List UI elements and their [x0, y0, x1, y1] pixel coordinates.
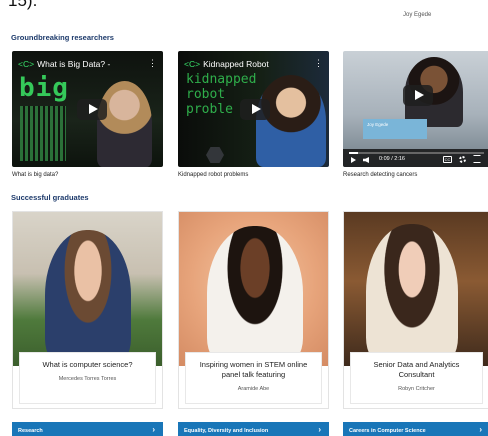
card-name: Mercedes Torres Torres — [58, 376, 117, 382]
research-link-button[interactable]: Research › — [12, 422, 163, 436]
graduate-card[interactable]: What is computer science? Mercedes Torre… — [12, 211, 163, 409]
graduate-photo — [179, 212, 328, 366]
graduate-photo — [344, 212, 488, 366]
card-title: Senior Data and Analytics Consultant — [373, 360, 460, 379]
portrait — [45, 230, 131, 366]
graduate-card[interactable]: Inspiring women in STEM online panel tal… — [178, 211, 329, 409]
chevron-right-icon: › — [152, 425, 155, 434]
play-icon[interactable] — [351, 157, 356, 163]
card-title: Inspiring women in STEM online panel tal… — [199, 360, 308, 379]
card-caption: What is computer science? Mercedes Torre… — [19, 352, 156, 404]
card-caption: Senior Data and Analytics Consultant Rob… — [350, 352, 483, 404]
time-display: 0:09 / 2:16 — [379, 156, 405, 162]
more-options-icon[interactable]: ⋮ — [314, 58, 323, 69]
edi-link-button[interactable]: Equality, Diversity and Inclusion › — [178, 422, 329, 436]
top-caption: Joy Egede — [403, 12, 432, 18]
video-caption[interactable]: Research detecting cancers — [343, 172, 417, 178]
cut-off-text: 15). — [8, 0, 38, 10]
video-graphic — [20, 106, 66, 161]
section-title-researchers: Groundbreaking researchers — [11, 33, 114, 42]
card-name: Robyn Critcher — [398, 386, 435, 392]
video-title: <C> What is Big Data? - — [18, 59, 111, 69]
cta-label: Equality, Diversity and Inclusion — [184, 428, 269, 434]
progress-fill — [349, 152, 359, 154]
settings-gear-icon[interactable] — [459, 156, 466, 163]
fullscreen-icon[interactable] — [473, 155, 481, 163]
code-tag-icon: <C> — [184, 59, 201, 69]
video-player-detecting-cancers[interactable]: Joy Egede 0:09 / 2:16 CC — [343, 51, 488, 167]
graduate-card[interactable]: Senior Data and Analytics Consultant Rob… — [343, 211, 488, 409]
portrait — [207, 226, 303, 366]
chevron-right-icon: › — [479, 425, 482, 434]
video-player-big-data[interactable]: big <C> What is Big Data? - ⋮ — [12, 51, 163, 167]
volume-icon[interactable] — [363, 157, 369, 163]
chevron-right-icon: › — [318, 425, 321, 434]
card-name: Aramide Abe — [237, 386, 270, 392]
portrait — [366, 224, 458, 366]
player-controls: 0:09 / 2:16 CC — [343, 149, 488, 167]
video-overlay-text: big — [19, 73, 69, 103]
video-title: <C> Kidnapped Robot — [184, 59, 269, 69]
card-title: What is computer science? — [42, 360, 133, 369]
more-options-icon[interactable]: ⋮ — [148, 58, 157, 69]
video-player-kidnapped-robot[interactable]: kidnapped robot proble <C> Kidnapped Robo… — [178, 51, 329, 167]
video-caption[interactable]: Kidnapped robot problems — [178, 172, 248, 178]
progress-bar[interactable] — [349, 152, 484, 154]
graduate-photo — [13, 212, 162, 366]
video-caption[interactable]: What is big data? — [12, 172, 58, 178]
careers-link-button[interactable]: Careers in Computer Science › — [343, 422, 488, 436]
cta-label: Careers in Computer Science — [349, 428, 426, 434]
name-badge: Joy Egede — [363, 119, 427, 139]
section-title-graduates: Successful graduates — [11, 193, 89, 202]
code-tag-icon: <C> — [18, 59, 35, 69]
play-button[interactable] — [240, 99, 270, 120]
play-button[interactable] — [403, 85, 433, 106]
captions-icon[interactable]: CC — [443, 156, 452, 163]
presenter-image — [97, 81, 152, 167]
play-button[interactable] — [77, 99, 107, 120]
presenter-image — [256, 75, 326, 167]
card-caption: Inspiring women in STEM online panel tal… — [185, 352, 322, 404]
hexagon-graphic — [206, 147, 224, 163]
cta-label: Research — [18, 428, 43, 434]
